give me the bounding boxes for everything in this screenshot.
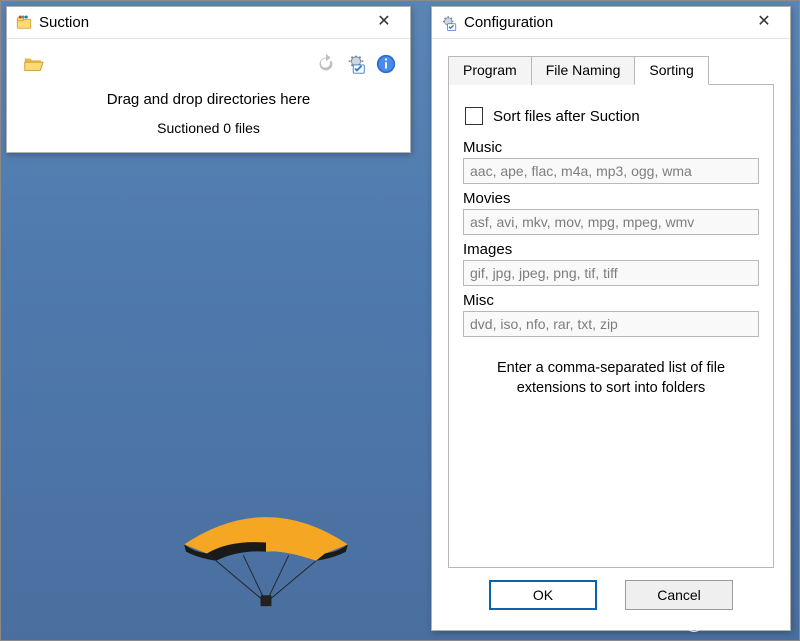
- sort-after-label: Sort files after Suction: [493, 108, 640, 125]
- config-titlebar[interactable]: Configuration ✕: [432, 7, 790, 39]
- wallpaper-parachute: [171, 508, 361, 608]
- suction-toolbar: [17, 47, 400, 81]
- ok-button[interactable]: OK: [489, 580, 597, 610]
- tabpanel-sorting: Sort files after Suction Music Movies Im…: [448, 84, 774, 568]
- movies-field[interactable]: [463, 209, 759, 235]
- music-label: Music: [463, 139, 759, 156]
- status-text: Suctioned 0 files: [17, 114, 400, 140]
- gear-check-icon: [440, 14, 458, 32]
- misc-label: Misc: [463, 292, 759, 309]
- drop-area[interactable]: Drag and drop directories here: [17, 81, 400, 114]
- images-label: Images: [463, 241, 759, 258]
- images-field[interactable]: [463, 260, 759, 286]
- sort-after-checkbox[interactable]: [465, 107, 483, 125]
- tabbar: Program File Naming Sorting: [448, 55, 774, 84]
- refresh-button[interactable]: [312, 50, 340, 78]
- suction-window: Suction ✕ Drag and drop directories here…: [6, 6, 411, 153]
- suction-app-icon: [15, 14, 33, 32]
- tab-file-naming[interactable]: File Naming: [531, 56, 636, 85]
- watermark: ✦ LO4D.com: [685, 614, 787, 632]
- misc-field[interactable]: [463, 311, 759, 337]
- music-field[interactable]: [463, 158, 759, 184]
- close-icon[interactable]: ✕: [364, 11, 404, 35]
- tab-sorting[interactable]: Sorting: [634, 56, 708, 85]
- hint-text: Enter a comma-separated list of file ext…: [463, 359, 759, 398]
- tab-program[interactable]: Program: [448, 56, 532, 85]
- open-folder-button[interactable]: [19, 50, 47, 78]
- info-button[interactable]: [372, 50, 400, 78]
- close-icon[interactable]: ✕: [744, 11, 784, 35]
- suction-titlebar[interactable]: Suction ✕: [7, 7, 410, 39]
- cancel-button[interactable]: Cancel: [625, 580, 733, 610]
- settings-button[interactable]: [342, 50, 370, 78]
- dialog-button-row: OK Cancel: [448, 568, 774, 616]
- globe-icon: ✦: [685, 614, 703, 632]
- config-title: Configuration: [464, 14, 744, 31]
- movies-label: Movies: [463, 190, 759, 207]
- suction-title: Suction: [39, 14, 364, 31]
- configuration-window: Configuration ✕ Program File Naming Sort…: [431, 6, 791, 631]
